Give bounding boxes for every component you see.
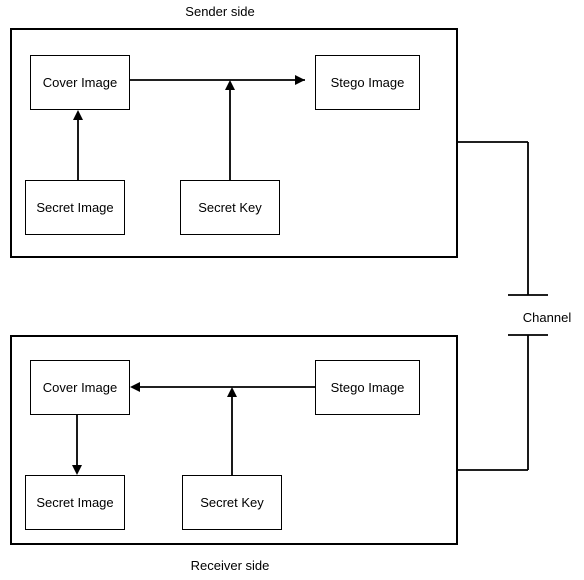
receiver-side-title: Receiver side [170, 558, 290, 573]
channel-connector [458, 140, 558, 500]
sender-stego-image-box: Stego Image [315, 55, 420, 110]
sender-secret-image-box: Secret Image [25, 180, 125, 235]
receiver-cover-image-box: Cover Image [30, 360, 130, 415]
arrow-cover-to-secret-image [67, 415, 87, 475]
sender-cover-image-box: Cover Image [30, 55, 130, 110]
sender-secret-key-box: Secret Key [180, 180, 280, 235]
arrow-secret-key-to-flow-receiver [222, 387, 242, 475]
receiver-secret-key-box: Secret Key [182, 475, 282, 530]
arrow-secret-key-to-flow [220, 80, 240, 180]
receiver-secret-image-box: Secret Image [25, 475, 125, 530]
diagram-canvas: Sender side Cover Image Stego Image Secr… [0, 0, 584, 580]
arrow-secret-image-to-cover [68, 110, 88, 180]
receiver-stego-image-box: Stego Image [315, 360, 420, 415]
sender-side-title: Sender side [160, 4, 280, 19]
